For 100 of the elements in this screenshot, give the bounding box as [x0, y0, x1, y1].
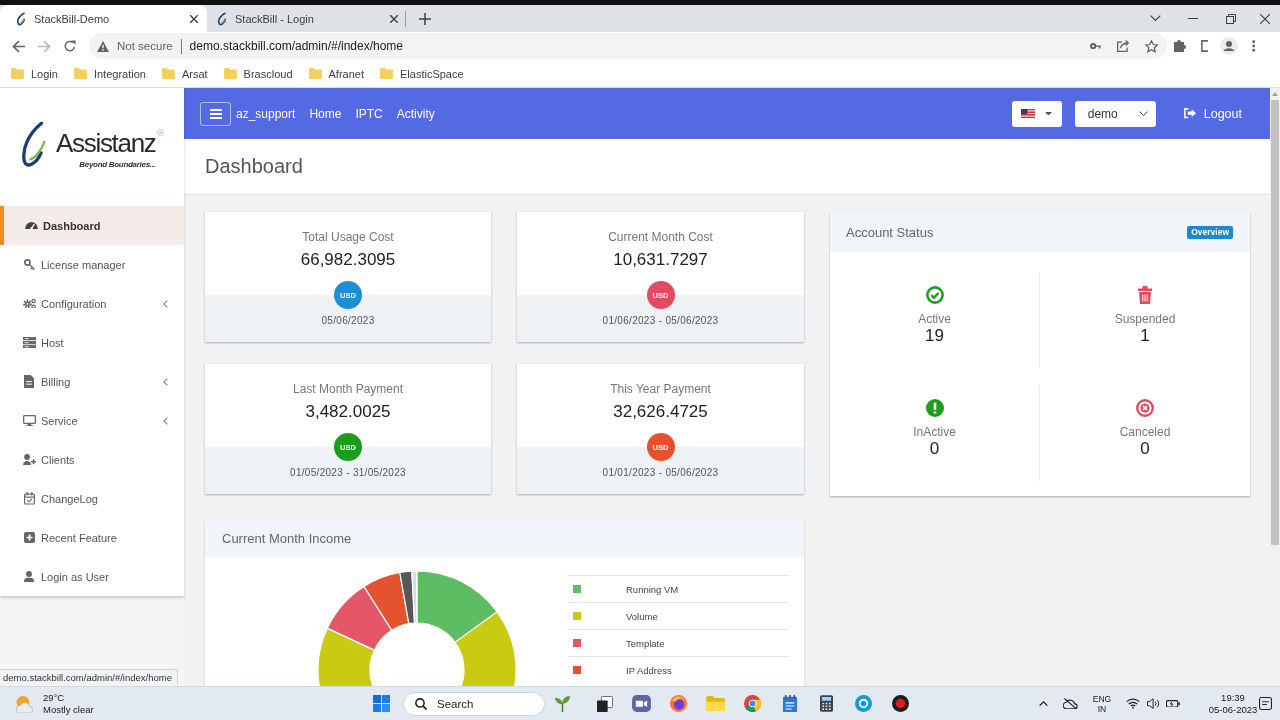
nav-link[interactable]: Home: [309, 106, 342, 121]
clock[interactable]: 19:39 05-06-2023: [1208, 691, 1258, 716]
sidebar-item[interactable]: Login as User: [0, 557, 184, 596]
legend-label: Volume: [626, 610, 658, 622]
logout-button[interactable]: Logout: [1183, 106, 1242, 121]
username-label: az_support: [236, 106, 296, 121]
sidebar-item[interactable]: Recent Feature: [0, 518, 184, 557]
stat-period: 01/01/2023 - 05/06/2023: [602, 467, 719, 479]
caret-icon: [1044, 111, 1052, 116]
overview-badge[interactable]: Overview: [1187, 225, 1233, 239]
status-label: Canceled: [1119, 425, 1171, 439]
language-indicator[interactable]: ENG IN: [1092, 693, 1112, 714]
chevron-up-icon[interactable]: [1038, 700, 1048, 707]
sidebar-item[interactable]: Configuration: [0, 284, 184, 323]
stat-period: 01/05/2023 - 31/05/2023: [290, 467, 406, 479]
url-text: demo.stackbill.com/admin/#/index/home: [189, 39, 404, 53]
stat-period: 05/06/2023: [321, 315, 375, 327]
star-icon[interactable]: [1145, 39, 1158, 53]
document-icon: [24, 374, 34, 389]
status-count: 1: [1140, 327, 1150, 345]
swoosh-logo-icon: [16, 11, 26, 26]
bookmark[interactable]: Brascloud: [223, 67, 293, 80]
restore-icon[interactable]: [1226, 13, 1236, 24]
video-camera-icon[interactable]: [632, 695, 651, 712]
key-icon: [23, 259, 35, 270]
back-icon[interactable]: [11, 39, 25, 53]
status-label: Suspended: [1114, 312, 1176, 326]
chevron-down-icon[interactable]: [1149, 15, 1161, 22]
reload-icon[interactable]: [64, 40, 76, 52]
nav-link[interactable]: IPTC: [355, 106, 383, 121]
bookmark[interactable]: Login: [11, 67, 58, 80]
color-wheel-icon[interactable]: [744, 695, 761, 712]
sidebar-item[interactable]: Host: [0, 323, 184, 362]
card-title: Account Status: [846, 224, 934, 240]
windows-logo-icon[interactable]: [372, 695, 390, 712]
address-bar[interactable]: Not secure demo.stackbill.com/admin/#/index/home: [89, 33, 1167, 59]
stat-title: Last Month Payment: [292, 382, 404, 396]
bookmark[interactable]: Integration: [73, 67, 146, 80]
record-icon[interactable]: [892, 695, 909, 712]
stat-title: Current Month Cost: [608, 230, 713, 244]
folder-icon: [308, 68, 322, 79]
weather-temperature: 29°C: [43, 691, 66, 704]
sidebar-item[interactable]: Billing: [0, 362, 184, 401]
side-panel-icon[interactable]: [1200, 40, 1208, 52]
sidebar-item[interactable]: Clients: [0, 440, 184, 479]
legend-label: IP Address: [626, 664, 672, 676]
swoosh-logo-icon: [217, 11, 227, 26]
search-button[interactable]: Search: [403, 691, 545, 716]
sidebar-item[interactable]: License manager: [0, 245, 184, 284]
globe-app-icon[interactable]: [670, 695, 687, 712]
notepad-icon[interactable]: [782, 694, 797, 713]
folder-icon: [11, 68, 24, 79]
gauge-icon: [24, 221, 38, 230]
bookmark[interactable]: Arsat: [161, 67, 208, 80]
plus-icon[interactable]: [419, 12, 431, 25]
task-view-icon[interactable]: [596, 695, 613, 712]
share-icon[interactable]: [1117, 40, 1129, 52]
calculator-icon[interactable]: [820, 695, 833, 712]
browser-tab[interactable]: StackBill-Demo: [0, 5, 207, 32]
sidebar-item[interactable]: ChangeLog: [0, 479, 184, 518]
sidebar-item[interactable]: Dashboard: [0, 206, 184, 245]
account-select[interactable]: demo: [1074, 100, 1156, 127]
status-count: 0: [929, 440, 940, 458]
user-icon: [24, 570, 34, 583]
sidebar-item[interactable]: Service: [0, 401, 184, 440]
more-icon[interactable]: [1252, 40, 1256, 52]
close-icon[interactable]: [1260, 13, 1270, 24]
menu-button[interactable]: [200, 101, 231, 126]
close-icon[interactable]: [390, 14, 398, 23]
key-icon[interactable]: [1090, 42, 1101, 50]
status-count: 0: [1140, 440, 1150, 458]
plant-icon[interactable]: [554, 695, 571, 712]
battery-icon[interactable]: [1166, 699, 1180, 708]
calendar-icon: [23, 492, 35, 505]
gears-icon: [22, 298, 36, 309]
stat-title: Total Usage Cost: [302, 230, 394, 244]
wifi-icon[interactable]: [1126, 698, 1140, 709]
stat-period: 01/06/2023 - 05/06/2023: [602, 315, 719, 327]
legend-label: Running VM: [626, 583, 679, 595]
profile-icon[interactable]: [1220, 37, 1238, 55]
nav-link[interactable]: Activity: [396, 106, 435, 121]
users-icon: [22, 453, 36, 466]
language-dropdown[interactable]: [1011, 100, 1062, 127]
plus-square-icon: [23, 532, 35, 543]
close-icon[interactable]: [190, 14, 198, 23]
ring-app-icon[interactable]: [855, 695, 872, 712]
bookmark[interactable]: Afranet: [308, 67, 364, 80]
scrollbar[interactable]: [1270, 88, 1280, 686]
puzzle-icon[interactable]: [1174, 40, 1186, 52]
weather-icon: [15, 694, 35, 713]
card-title: Current Month Income: [222, 530, 352, 546]
status-label: InActive: [913, 425, 956, 439]
monitor-icon: [22, 414, 36, 427]
cloud-off-icon[interactable]: [1062, 697, 1078, 710]
weather-condition: Mostly clear: [43, 703, 94, 716]
bookmark[interactable]: ElasticSpace: [380, 67, 464, 80]
speaker-icon[interactable]: [1146, 697, 1160, 710]
notification-icon[interactable]: [1258, 697, 1272, 710]
browser-tab[interactable]: StackBill - Login: [207, 5, 403, 32]
folder-icon: [223, 68, 237, 79]
